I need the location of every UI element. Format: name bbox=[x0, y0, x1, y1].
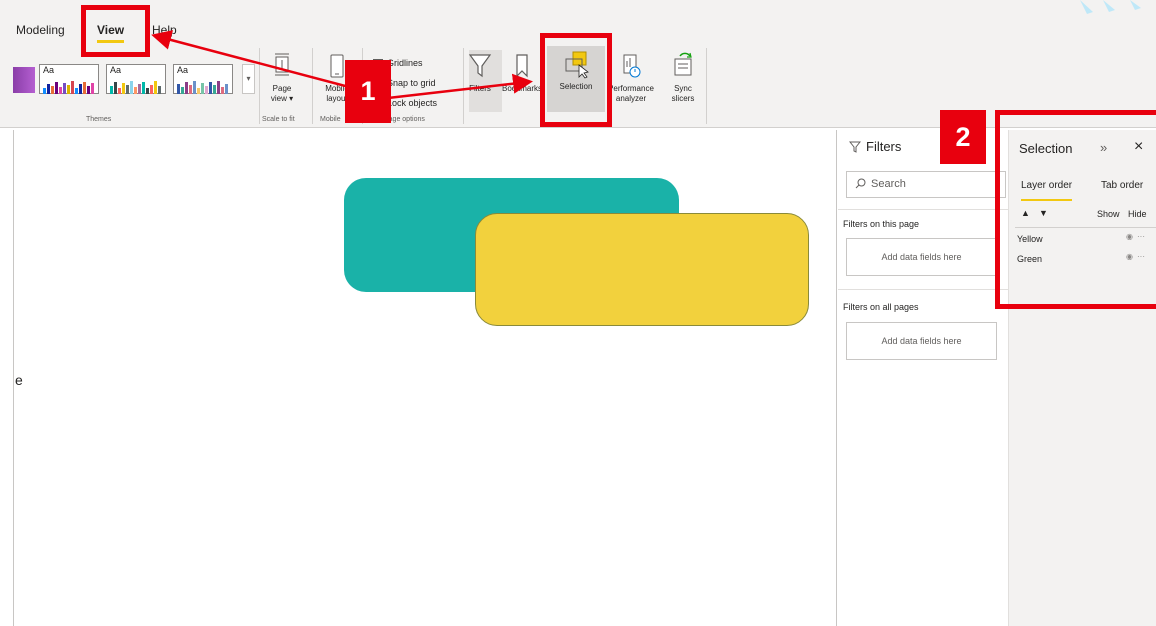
tab-help[interactable]: Help bbox=[152, 23, 177, 37]
filters-search-placeholder: Search bbox=[871, 178, 906, 190]
performance-analyzer-label: Performance analyzer bbox=[608, 84, 654, 103]
sync-slicers-label: Sync slicers bbox=[671, 84, 695, 103]
filters-on-all-pages-label: Filters on all pages bbox=[843, 302, 919, 312]
canvas-edge-text: e bbox=[15, 372, 23, 388]
performance-analyzer-button[interactable]: Performance analyzer bbox=[607, 52, 655, 104]
themes-gallery: Aa Aa Aa ▾ bbox=[13, 55, 257, 111]
group-label-scale-to-fit: Scale to fit bbox=[262, 116, 295, 123]
theme-swatch[interactable]: Aa bbox=[173, 64, 233, 94]
themes-more-dropdown[interactable]: ▾ bbox=[242, 64, 255, 94]
bookmarks-label: Bookmarks bbox=[502, 84, 543, 93]
tab-modeling[interactable]: Modeling bbox=[16, 23, 65, 37]
theme-swatch-bars bbox=[43, 76, 95, 94]
page-view-icon bbox=[275, 53, 289, 76]
highlight-box-selection-pane bbox=[995, 110, 1156, 309]
filters-label: Filters bbox=[469, 84, 491, 93]
chevron-down-icon: ▾ bbox=[289, 94, 294, 103]
mobile-icon bbox=[330, 54, 344, 78]
bookmarks-button[interactable]: Bookmarks bbox=[502, 52, 542, 94]
filter-icon bbox=[468, 54, 492, 78]
sync-slicers-button[interactable]: Sync slicers bbox=[662, 52, 704, 104]
lock-objects-label: Lock objects bbox=[387, 98, 438, 108]
filter-icon bbox=[848, 141, 862, 153]
group-label-mobile: Mobile bbox=[320, 116, 341, 123]
highlight-box-selection-button bbox=[540, 33, 612, 127]
step-badge-1: 1 bbox=[345, 60, 391, 123]
gridlines-label: Gridlines bbox=[387, 58, 423, 68]
performance-analyzer-icon bbox=[623, 54, 641, 78]
filters-on-this-page-label: Filters on this page bbox=[843, 219, 920, 229]
theme-swatch-label: Aa bbox=[177, 65, 189, 75]
filters-on-all-pages-dropzone[interactable]: Add data fields here bbox=[846, 322, 997, 360]
filters-search-input[interactable]: Search bbox=[846, 171, 1006, 198]
page-view-button[interactable]: Page view ▾ bbox=[265, 52, 299, 104]
theme-swatch-partial[interactable] bbox=[13, 67, 35, 93]
theme-swatch-label: Aa bbox=[110, 65, 122, 75]
filters-divider bbox=[838, 209, 1009, 210]
chevron-down-icon: ▾ bbox=[246, 74, 251, 83]
sync-slicers-icon bbox=[674, 52, 692, 76]
filters-pane-title: Filters bbox=[848, 139, 902, 154]
filters-title-label: Filters bbox=[866, 139, 902, 154]
decorative-streaks bbox=[1080, 0, 1141, 14]
step-badge-2: 2 bbox=[940, 110, 986, 164]
ribbon-divider bbox=[259, 48, 260, 124]
filters-divider bbox=[838, 289, 1009, 290]
search-icon bbox=[855, 178, 866, 189]
snap-to-grid-label: Snap to grid bbox=[387, 78, 436, 88]
theme-swatch-bars bbox=[110, 76, 162, 94]
ribbon-divider bbox=[312, 48, 313, 124]
theme-swatch[interactable]: Aa bbox=[106, 64, 166, 94]
report-canvas[interactable]: e bbox=[13, 130, 837, 626]
theme-swatch-bars bbox=[177, 76, 229, 94]
ribbon-divider bbox=[706, 48, 707, 124]
theme-swatch-label: Aa bbox=[43, 65, 55, 75]
group-label-themes: Themes bbox=[86, 116, 112, 123]
theme-swatch[interactable]: Aa bbox=[39, 64, 99, 94]
filters-pane: Filters Search Filters on this page Add … bbox=[838, 130, 1009, 626]
shape-yellow[interactable] bbox=[475, 213, 809, 326]
filters-on-this-page-dropzone[interactable]: Add data fields here bbox=[846, 238, 997, 276]
bookmark-icon bbox=[516, 54, 528, 78]
highlight-box-view-tab bbox=[81, 5, 150, 57]
filters-button[interactable]: Filters bbox=[460, 52, 500, 94]
